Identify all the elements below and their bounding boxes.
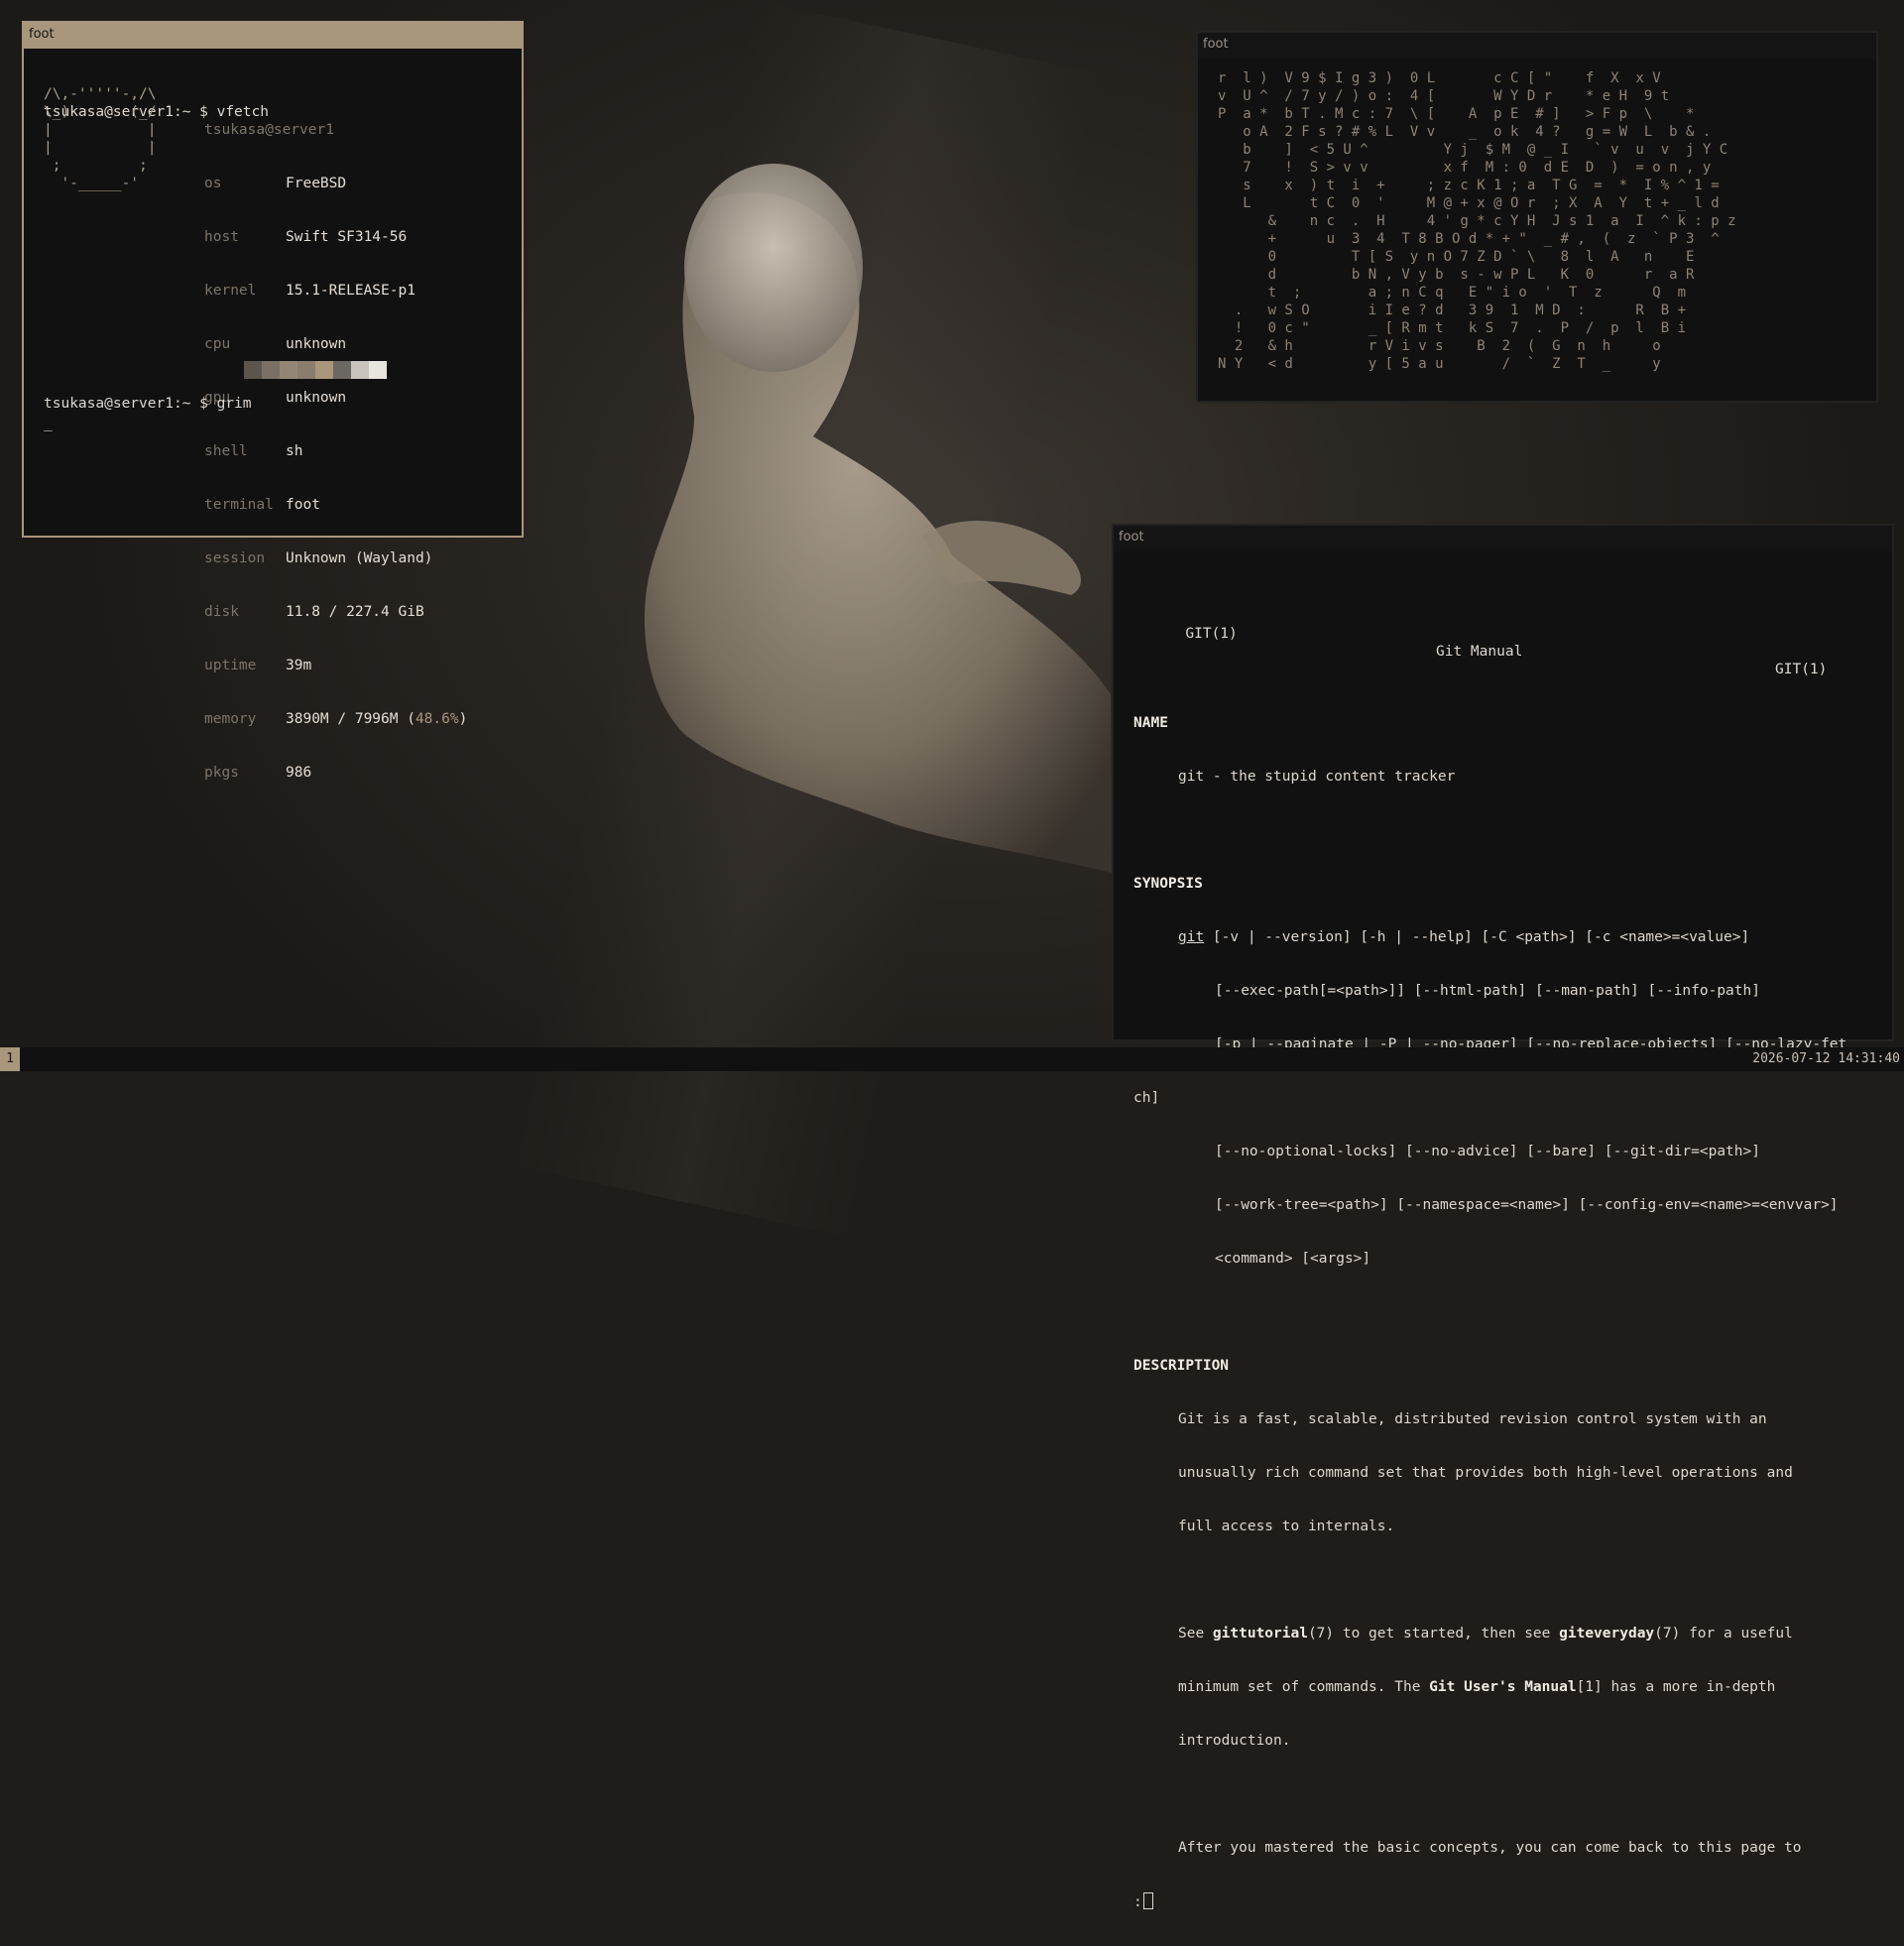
synopsis-line: [--no-optional-locks] [--no-advice] [--b… — [1215, 1144, 1760, 1159]
palette-swatch — [315, 361, 333, 379]
palette-swatch — [333, 361, 351, 379]
matrix-row: b ] < 5 U ^ Y j $ M @ _ I ` v u v j Y C — [1218, 142, 1727, 158]
description-line: Git is a fast, scalable, distributed rev… — [1178, 1411, 1767, 1427]
section-synopsis-heading: SYNOPSIS — [1133, 876, 1203, 892]
description-line: See gittutorial(7) to get started, then … — [1178, 1626, 1793, 1642]
info-row-host: host Swift SF314-56 — [204, 229, 408, 245]
color-palette — [244, 361, 387, 379]
freebsd-ascii-logo: /\,-'''''-,/\ \_) (_/| | | | ; ; '-_____-' — [44, 86, 157, 191]
info-row-uptime: uptime 39m — [204, 658, 312, 673]
man-header-right: GIT(1) — [1775, 662, 1828, 677]
info-row-session: session Unknown (Wayland) — [204, 550, 433, 566]
info-row-disk: disk 11.8 / 227.4 GiB — [204, 604, 424, 620]
man-page-terminal-window[interactable]: foot GIT(1) Git Manual GIT(1) NAME git -… — [1112, 524, 1894, 1910]
matrix-row: s x ) t i + ; z c K 1 ; a T G = * I % ^ … — [1218, 178, 1720, 193]
man-header-center: Git Manual — [1436, 644, 1523, 660]
pager-cursor — [1142, 1892, 1153, 1909]
man-page-content[interactable]: GIT(1) Git Manual GIT(1) NAME git - the … — [1133, 571, 1880, 1946]
synopsis-line: git [-v | --version] [-h | --help] [-C <… — [1178, 929, 1750, 945]
palette-swatch — [244, 361, 262, 379]
window-titlebar[interactable]: foot — [24, 23, 522, 49]
man-header: GIT(1) Git Manual GIT(1) — [1133, 607, 1880, 677]
terminal-content[interactable]: tsukasa@server1:~ $ vfetch /\,-'''''-,/\… — [44, 67, 512, 781]
matrix-row: L t C 0 ' M @ + x @ O r ; X A Y t + _ l … — [1218, 195, 1720, 211]
synopsis-line: [--work-tree=<path>] [--namespace=<name>… — [1215, 1197, 1839, 1213]
matrix-row: ! 0 c " _ [ R m t k S 7 . P / p l B i — [1218, 320, 1686, 336]
matrix-row: 0 T [ S y n O 7 Z D ` \ 8 l A n E — [1218, 249, 1694, 265]
synopsis-line: ch] — [1133, 1090, 1160, 1106]
matrix-row: 7 ! S > v v x f M : 0 d E D ) = o n , y — [1218, 160, 1711, 176]
description-line: minimum set of commands. The Git User's … — [1178, 1679, 1776, 1695]
matrix-row: P a * b T . M c : 7 \ [ A p E # ] > F p … — [1218, 106, 1694, 122]
matrix-row: + u 3 4 T 8 B O d * + " _ # , ( z ` P 3 … — [1218, 231, 1720, 247]
matrix-row: t ; a ; n C q E " i o ' T z Q m — [1218, 285, 1686, 301]
palette-swatch — [351, 361, 369, 379]
system-info-list: tsukasa@server1 os FreeBSD host Swift SF31… — [204, 85, 467, 817]
palette-swatch — [369, 361, 387, 379]
synopsis-line: <command> [<args>] — [1215, 1251, 1371, 1267]
palette-swatch — [298, 361, 315, 379]
description-line: unusually rich command set that provides… — [1178, 1465, 1793, 1481]
info-row-terminal: terminal foot — [204, 497, 320, 513]
info-row-cpu: cpu unknown — [204, 336, 347, 352]
info-row-kernel: kernel 15.1-RELEASE-p1 — [204, 283, 416, 299]
matrix-row: o A 2 F s ? # % L V v _ o k 4 ? g = W L … — [1218, 124, 1711, 140]
window-titlebar[interactable]: foot — [1114, 526, 1892, 551]
status-bar: 1 2026-07-12 14:31:40 — [0, 1047, 1904, 1071]
matrix-row: 2 & h r V i v s B 2 ( G n h o — [1218, 338, 1661, 354]
vfetch-terminal-window[interactable]: foot tsukasa@server1:~ $ vfetch /\,-''''… — [22, 21, 524, 781]
pager-prompt[interactable]: : — [1133, 1892, 1880, 1910]
matrix-row: d b N , V y b s - w P L K 0 r a R — [1218, 267, 1695, 283]
name-description: git - the stupid content tracker — [1178, 769, 1456, 785]
userhost-label: tsukasa@server1 — [204, 122, 334, 138]
matrix-rain-area: r l ) V 9 $ I g 3 ) 0 L c C [ " f X x V v… — [1218, 70, 1736, 372]
section-name-heading: NAME — [1133, 715, 1168, 731]
info-row-shell: shell sh — [204, 443, 303, 459]
matrix-row: . w S O i I e ? d 3 9 1 M D : R B + — [1218, 303, 1686, 318]
description-line: introduction. — [1178, 1733, 1291, 1749]
description-line: full access to internals. — [1178, 1519, 1395, 1534]
matrix-row: & n c . H 4 ' g * c Y H J s 1 a I ^ k : … — [1218, 213, 1736, 229]
terminal-cursor: _ — [44, 416, 53, 431]
matrix-row: v U ^ / 7 y / ) o : 4 [ W Y D r * e H 9 … — [1218, 88, 1669, 104]
palette-swatch — [262, 361, 280, 379]
info-row-pkgs: pkgs 986 — [204, 765, 312, 781]
window-titlebar[interactable]: foot — [1198, 33, 1876, 59]
matrix-row: N Y < d y [ 5 a u / ` Z T _ y — [1218, 356, 1661, 372]
section-description-heading: DESCRIPTION — [1133, 1358, 1230, 1374]
info-row-os: os FreeBSD — [204, 176, 347, 191]
man-header-left: GIT(1) — [1185, 626, 1238, 642]
description-line: After you mastered the basic concepts, y… — [1178, 1840, 1802, 1856]
clock: 2026-07-12 14:31:40 — [1752, 1051, 1900, 1066]
shell-prompt-line-2: tsukasa@server1:~ $ grim — [44, 396, 252, 412]
info-row-memory: memory 3890M / 7996M (48.6%) — [204, 711, 468, 727]
synopsis-line: [--exec-path[=<path>]] [--html-path] [--… — [1215, 983, 1760, 999]
matrix-row: r l ) V 9 $ I g 3 ) 0 L c C [ " f X x V — [1218, 70, 1661, 86]
matrix-terminal-window[interactable]: foot r l ) V 9 $ I g 3 ) 0 L c C [ " f X… — [1196, 31, 1878, 403]
palette-swatch — [280, 361, 298, 379]
workspace-button-1[interactable]: 1 — [0, 1047, 20, 1071]
